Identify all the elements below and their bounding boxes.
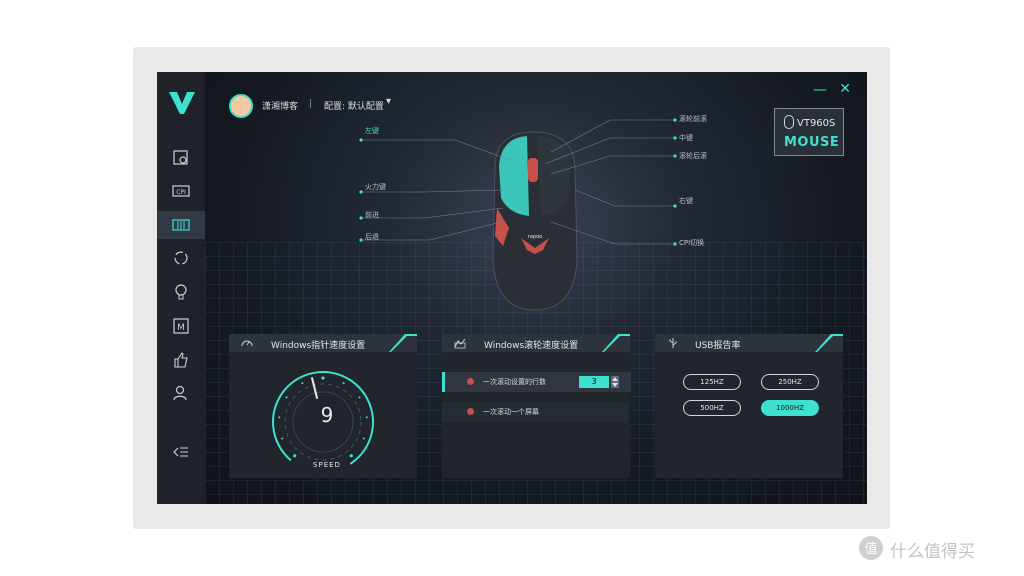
scroll-speed-header: Windows滚轮速度设置: [442, 334, 630, 352]
label-middle-button[interactable]: 中键: [679, 133, 693, 143]
lines-stepper-input[interactable]: 3: [579, 376, 609, 388]
scroll-speed-title: Windows滚轮速度设置: [484, 341, 579, 351]
gauge-tick: [321, 376, 325, 380]
scroll-option-label: 一次滚动一个屏幕: [483, 408, 539, 416]
label-leaders: [359, 118, 677, 246]
radio-dot[interactable]: [467, 408, 474, 415]
sidebar-item-cpi[interactable]: CPI: [157, 177, 205, 205]
gauge-tick: [349, 454, 353, 458]
pointer-speed-value: 9: [320, 403, 334, 427]
scroll-wheel-icon: [454, 338, 466, 349]
refresh-icon: [174, 251, 188, 265]
brand-logo: [169, 92, 195, 114]
sidebar-item-refresh[interactable]: [157, 244, 205, 272]
watermark-text: 什么值得买: [890, 542, 975, 562]
pointer-speed-header: Windows指针速度设置: [229, 334, 417, 352]
bulb-icon: [175, 284, 187, 300]
header-accent: [815, 334, 843, 352]
main-panel: 潇湘博客 | 配置: 默认配置 ▾ — ✕ VT960S MOUSE rapoo: [205, 72, 867, 504]
header-accent: [389, 334, 417, 352]
macro-icon: M: [173, 318, 189, 334]
gauge-tick: [285, 396, 288, 399]
collapse-icon: [173, 447, 188, 457]
sidebar-item-macro[interactable]: M: [157, 312, 205, 340]
rate-button-500[interactable]: 500HZ: [683, 400, 741, 416]
label-scroll-up[interactable]: 滚轮前滚: [679, 114, 707, 124]
sidebar-item-settings[interactable]: [157, 144, 205, 172]
scroll-option-lines[interactable]: 一次滚动设置的行数 3: [442, 372, 631, 392]
gauge-tick: [278, 416, 281, 419]
gauge-caption: SPEED: [313, 461, 341, 469]
rate-button-250[interactable]: 250HZ: [761, 374, 819, 390]
sidebar-collapse-button[interactable]: [157, 438, 205, 466]
rate-button-125[interactable]: 125HZ: [683, 374, 741, 390]
label-cpi-switch[interactable]: CPI切换: [679, 238, 704, 248]
settings-icon: [173, 150, 188, 165]
usb-rate-header: USB报告率: [655, 334, 843, 352]
cpi-icon: CPI: [172, 185, 190, 197]
gauge-tick: [281, 437, 284, 440]
gauge-tick: [293, 454, 297, 458]
gauge-tick: [358, 396, 361, 399]
label-scroll-down[interactable]: 滚轮后滚: [679, 151, 707, 161]
sidebar-item-keys[interactable]: [157, 211, 205, 239]
label-left-button[interactable]: 左键: [365, 126, 379, 136]
keys-icon: [172, 219, 190, 231]
watermark-logo-icon: 值: [859, 536, 883, 560]
gauge-tick: [342, 382, 345, 385]
user-icon: [173, 385, 187, 401]
header-accent: [602, 334, 630, 352]
gauge-tick: [362, 437, 365, 440]
app-window: CPI M 潇湘博客 | 配置: 默认配置 ▾ — ✕ VT960S MOUSE…: [157, 72, 867, 504]
usb-rate-title: USB报告率: [695, 341, 741, 351]
label-forward-button[interactable]: 前进: [365, 210, 379, 220]
like-icon: [174, 352, 188, 368]
usb-icon: [669, 338, 677, 348]
label-right-button[interactable]: 右键: [679, 196, 693, 206]
scroll-option-label: 一次滚动设置的行数: [483, 378, 546, 386]
svg-text:值: 值: [864, 541, 877, 557]
sidebar-item-user[interactable]: [157, 379, 205, 407]
gauge-needle-line: [310, 377, 319, 399]
svg-text:CPI: CPI: [176, 189, 186, 196]
scroll-option-screen[interactable]: 一次滚动一个屏幕: [442, 402, 628, 422]
label-fire-button[interactable]: 火力键: [365, 182, 386, 192]
gauge-tick: [301, 382, 304, 385]
pointer-speed-card: Windows指针速度设置 9 SPEED: [229, 334, 417, 478]
scroll-speed-card: Windows滚轮速度设置 一次滚动设置的行数 3 一次滚动一个屏幕: [442, 334, 631, 478]
rate-button-1000[interactable]: 1000HZ: [761, 400, 819, 416]
usb-rate-card: USB报告率 125HZ 250HZ 500HZ 1000HZ: [655, 334, 843, 478]
gauge-tick: [365, 416, 368, 419]
sidebar-item-lighting[interactable]: [157, 278, 205, 306]
radio-dot[interactable]: [467, 378, 474, 385]
label-back-button[interactable]: 后退: [365, 232, 379, 242]
sidebar: CPI M: [157, 72, 205, 504]
pointer-speed-title: Windows指针速度设置: [271, 341, 366, 351]
gauge-icon: [241, 340, 253, 347]
stepper-arrows-icon[interactable]: [611, 376, 619, 388]
sidebar-item-like[interactable]: [157, 346, 205, 374]
svg-text:M: M: [177, 323, 185, 333]
